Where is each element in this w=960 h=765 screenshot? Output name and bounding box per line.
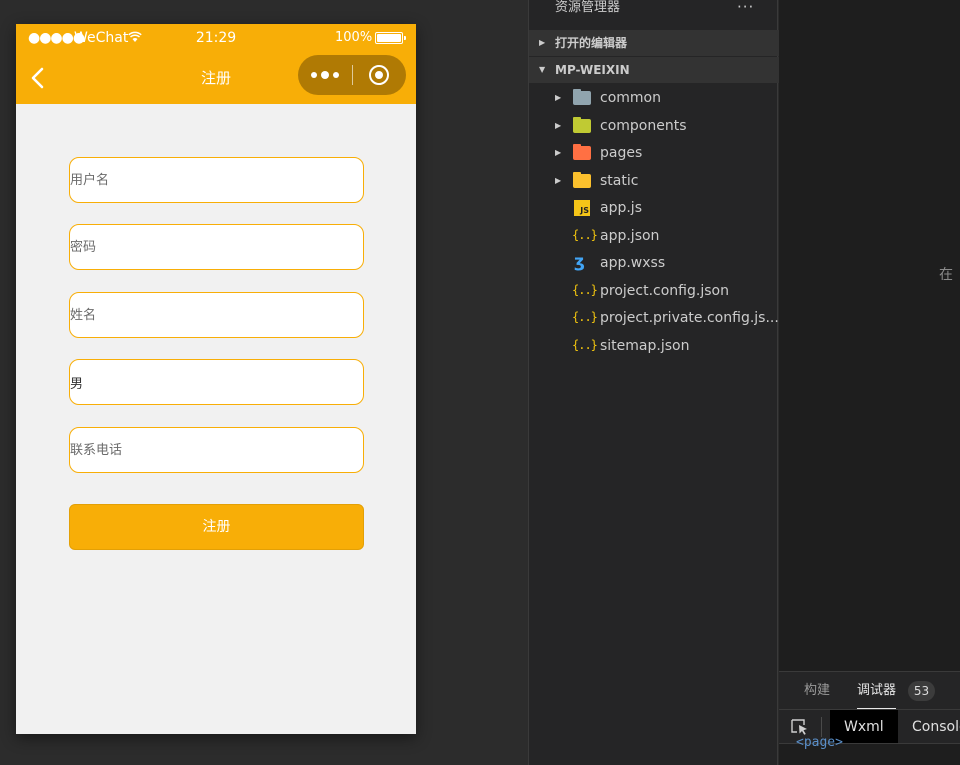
tab-build[interactable]: 构建 [804, 683, 830, 699]
phone-field [69, 427, 364, 473]
register-button[interactable]: 注册 [69, 504, 364, 550]
chevron-right-icon: ▶ [555, 121, 562, 130]
tree-item-label: components [600, 118, 687, 134]
tree-item-label: common [600, 90, 661, 106]
debug-tab-bar: 构建 调试器 53 [779, 671, 960, 709]
chevron-right-icon: ▶ [555, 148, 562, 157]
password-field [69, 224, 364, 270]
more-menu-icon[interactable] [298, 55, 352, 95]
tree-item-label: sitemap.json [600, 338, 690, 354]
tree-item-label: app.json [600, 228, 660, 244]
chevron-right-icon: ▶ [555, 176, 562, 185]
tree-folder-pages[interactable]: ▶ pages [529, 140, 779, 166]
chevron-down-icon: ▼ [539, 65, 546, 74]
username-field [69, 157, 364, 203]
folder-icon [573, 89, 591, 105]
password-input[interactable] [70, 225, 363, 269]
tree-item-label: app.wxss [600, 255, 666, 271]
close-mini-program-icon[interactable] [354, 55, 406, 95]
json-file-icon: {..} [572, 283, 598, 297]
tree-file-app-wxss[interactable]: ʒ app.wxss [529, 250, 779, 276]
navigation-bar: 注册 [16, 52, 416, 104]
tree-folder-common[interactable]: ▶ common [529, 85, 779, 111]
status-bar: ●●●●● WeChat 21:29 100% [16, 24, 416, 52]
file-explorer: 资源管理器 ··· ▶ 打开的编辑器 ▼ MP-WEIXIN ▶ common … [528, 0, 779, 765]
tab-console[interactable]: Console [898, 710, 960, 744]
tree-item-label: app.js [600, 200, 642, 216]
mini-program-capsule [298, 55, 406, 95]
simulator-panel: ●●●●● WeChat 21:29 100% 注册 用户名 姓名 男 联系电话… [0, 0, 528, 765]
tree-file-sitemap[interactable]: {..} sitemap.json [529, 333, 779, 359]
components-folder-icon [573, 117, 591, 133]
chevron-right-icon: ▶ [539, 38, 546, 47]
tree-folder-static[interactable]: ▶ static [529, 168, 779, 194]
tree-folder-components[interactable]: ▶ components [529, 113, 779, 139]
phone-screen: ●●●●● WeChat 21:29 100% 注册 用户名 姓名 男 联系电话… [16, 24, 416, 734]
open-editors-section[interactable]: ▶ 打开的编辑器 [529, 30, 779, 56]
chevron-right-icon: ▶ [555, 93, 562, 102]
editor-placeholder-text: 在 [939, 267, 953, 283]
toolbar-divider [821, 717, 822, 737]
capsule-divider [352, 65, 353, 85]
gender-field [69, 359, 364, 405]
project-section[interactable]: ▼ MP-WEIXIN [529, 57, 779, 83]
tree-item-label: static [600, 173, 639, 189]
battery-percent: 100% [335, 30, 373, 45]
editor-pane: 在 构建 调试器 53 Wxml Console <page> [779, 0, 960, 765]
tree-item-label: pages [600, 145, 643, 161]
wxss-file-icon: ʒ [574, 252, 585, 272]
battery-icon [375, 32, 406, 44]
name-input[interactable] [70, 293, 363, 337]
gender-input[interactable] [70, 360, 363, 404]
inspect-element-icon[interactable] [790, 718, 810, 736]
tree-file-project-config[interactable]: {..} project.config.json [529, 278, 779, 304]
explorer-title: 资源管理器 [555, 0, 621, 15]
tree-file-project-private-config[interactable]: {..} project.private.config.js... [529, 305, 779, 331]
pages-folder-icon [573, 144, 591, 160]
wxml-tree: <page> [779, 735, 960, 765]
project-label: MP-WEIXIN [555, 63, 630, 77]
tree-item-label: project.private.config.js... [600, 310, 779, 326]
name-field [69, 292, 364, 338]
tree-file-app-js[interactable]: JS app.js [529, 195, 779, 221]
tree-file-app-json[interactable]: {..} app.json [529, 223, 779, 249]
username-input[interactable] [70, 158, 363, 202]
tab-debugger[interactable]: 调试器 [857, 683, 897, 709]
json-file-icon: {..} [572, 338, 598, 352]
debugger-count-badge: 53 [908, 681, 935, 701]
more-actions-icon[interactable]: ··· [737, 0, 754, 16]
wxml-page-node[interactable]: <page> [796, 735, 843, 750]
tree-item-label: project.config.json [600, 283, 729, 299]
js-file-icon: JS [574, 200, 590, 216]
json-file-icon: {..} [572, 228, 598, 242]
static-folder-icon [573, 172, 591, 188]
phone-input[interactable] [70, 428, 363, 472]
open-editors-label: 打开的编辑器 [555, 36, 628, 50]
json-file-icon: {..} [572, 310, 598, 324]
